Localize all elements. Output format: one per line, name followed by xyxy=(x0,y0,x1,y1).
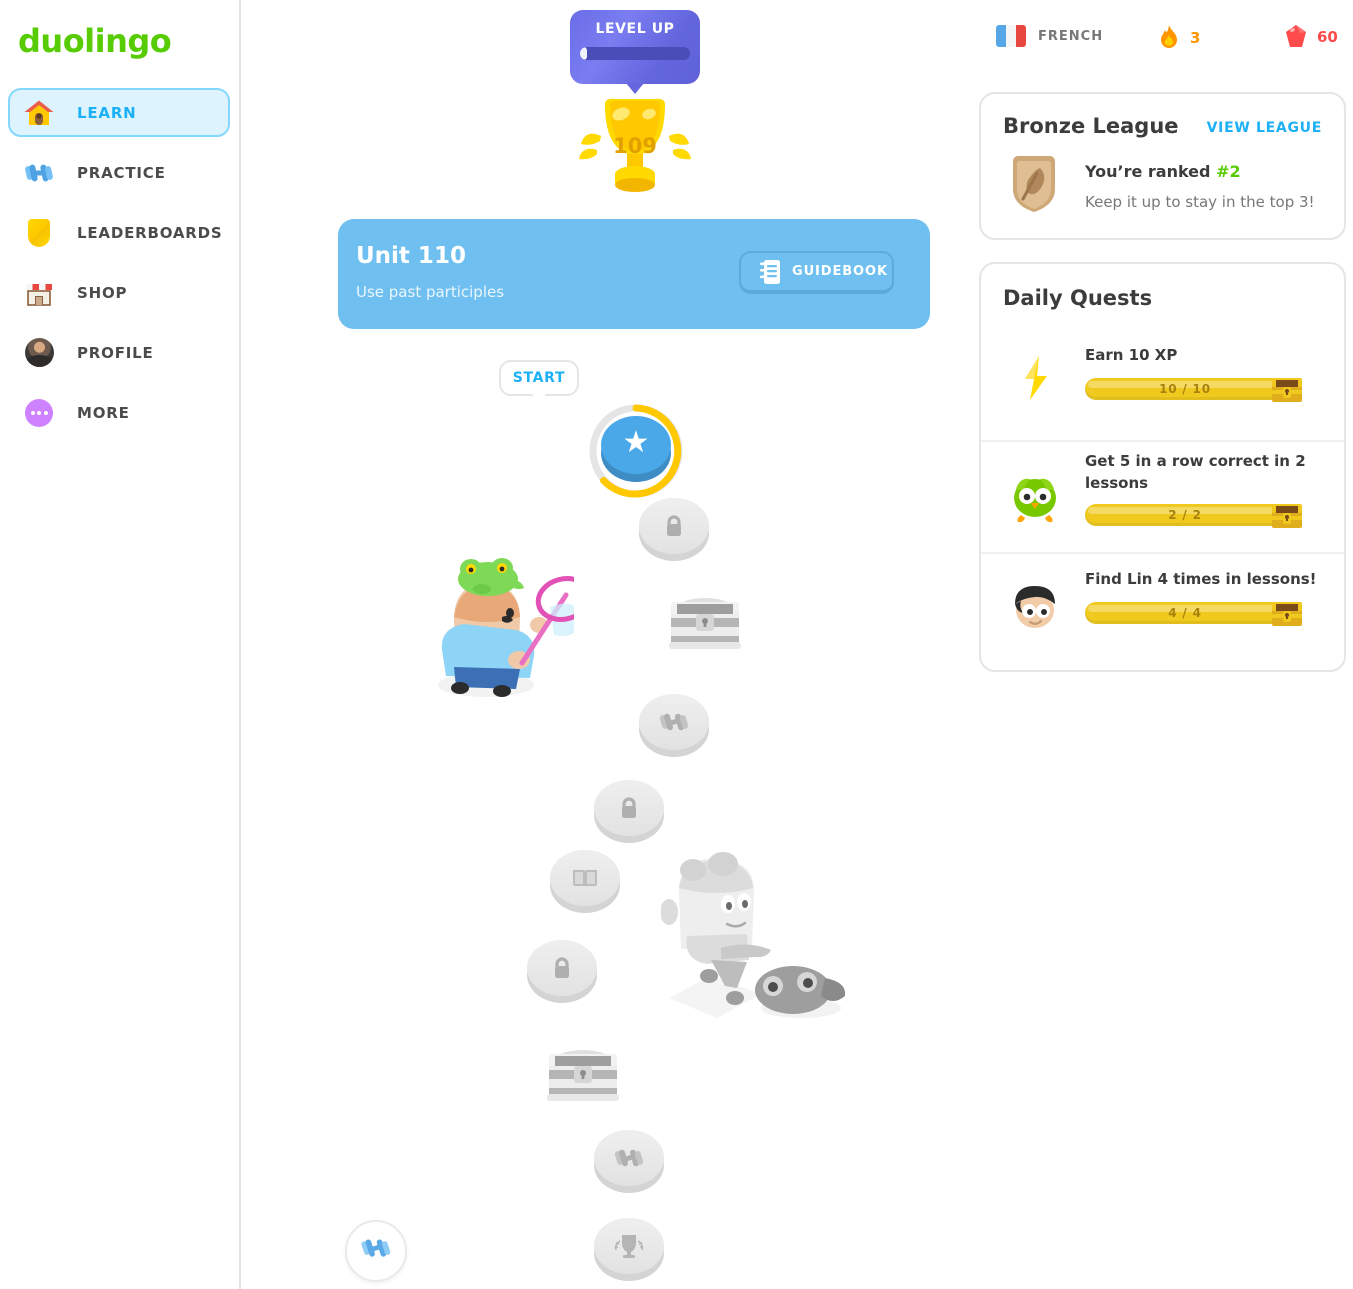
language-selector[interactable]: FRENCH xyxy=(996,25,1103,47)
rank-value: #2 xyxy=(1216,162,1241,181)
quest-progress: 4 / 4 xyxy=(1085,602,1285,624)
streak-counter[interactable]: 3 xyxy=(1158,25,1200,51)
shield-icon xyxy=(22,216,56,250)
quest-progress-label: 4 / 4 xyxy=(1168,606,1202,620)
unit-subtitle: Use past participles xyxy=(356,283,505,301)
dumbbell-icon xyxy=(639,694,709,750)
book-icon xyxy=(550,850,620,906)
quest-progress: 2 / 2 xyxy=(1085,504,1285,526)
start-tooltip: START xyxy=(499,360,579,403)
lin-character-icon xyxy=(1009,580,1061,632)
quest-text: Find Lin 4 times in lessons! xyxy=(1085,570,1317,588)
tooltip-arrow xyxy=(626,83,644,94)
duolingo-logo[interactable]: duolingo xyxy=(18,22,172,60)
bronze-shield-badge xyxy=(1009,155,1059,213)
ellipsis-icon xyxy=(22,396,56,430)
french-flag-icon xyxy=(996,25,1026,47)
sidebar-item-leaderboards[interactable]: LEADERBOARDS xyxy=(8,208,230,257)
lesson-node-active-star[interactable]: ★ xyxy=(587,402,685,500)
sidebar-item-more[interactable]: MORE xyxy=(8,388,230,437)
level-trophy[interactable]: 109 xyxy=(567,96,703,192)
dumbbell-icon xyxy=(22,156,56,190)
level-up-label: LEVEL UP xyxy=(595,21,675,37)
lesson-path: START ★ xyxy=(241,340,981,1289)
quest-text: Get 5 in a row correct in 2 lessons xyxy=(1085,452,1306,492)
quest-item[interactable]: Get 5 in a row correct in 2 lessons 2 / … xyxy=(981,440,1344,552)
gems-counter[interactable]: 60 xyxy=(1285,25,1338,49)
quest-item[interactable]: Earn 10 XP 10 / 10 xyxy=(981,330,1344,440)
trophy-icon xyxy=(594,1218,664,1274)
level-up-progress-bar xyxy=(580,47,690,60)
guidebook-icon xyxy=(759,259,781,285)
home-icon xyxy=(22,96,56,130)
quest-progress: 10 / 10 xyxy=(1085,378,1285,400)
start-label: START xyxy=(512,370,566,386)
duolingo-learn-page: duolingo LEARN PRACTICE LEADERBOARDS SHO… xyxy=(0,0,1353,1289)
dumbbell-icon xyxy=(361,1237,391,1265)
lesson-node-chest[interactable] xyxy=(665,588,745,652)
lesson-node-trophy[interactable] xyxy=(594,1218,664,1274)
league-rank-text: You’re ranked #2 xyxy=(1085,162,1241,181)
level-up-tooltip[interactable]: LEVEL UP xyxy=(570,10,700,94)
language-label: FRENCH xyxy=(1038,28,1104,44)
flame-icon xyxy=(1158,25,1180,51)
lightning-bolt-icon xyxy=(1009,352,1061,404)
quest-progress-label: 2 / 2 xyxy=(1168,508,1202,522)
quest-progress-label: 10 / 10 xyxy=(1159,382,1211,396)
sidebar-item-label: PRACTICE xyxy=(77,163,166,182)
gems-value: 60 xyxy=(1317,28,1338,46)
trophy-level-number: 109 xyxy=(613,134,657,158)
unit-title: Unit 110 xyxy=(356,243,466,269)
lock-icon xyxy=(527,940,597,996)
practice-fab-button[interactable] xyxy=(345,1220,407,1282)
sidebar-item-label: LEARN xyxy=(77,103,137,122)
league-title: Bronze League xyxy=(1003,114,1179,138)
quest-item[interactable]: Find Lin 4 times in lessons! 4 / 4 xyxy=(981,552,1344,662)
lesson-node-practice[interactable] xyxy=(594,1130,664,1186)
lesson-node-button[interactable]: ★ xyxy=(601,416,671,474)
lesson-node-story[interactable] xyxy=(550,850,620,906)
sidebar-nav: LEARN PRACTICE LEADERBOARDS SHOP PROFILE… xyxy=(8,88,230,448)
sidebar: duolingo LEARN PRACTICE LEADERBOARDS SHO… xyxy=(0,0,241,1289)
duo-owl-icon xyxy=(1009,472,1061,524)
sidebar-item-label: SHOP xyxy=(77,283,128,302)
sidebar-item-label: LEADERBOARDS xyxy=(77,223,223,242)
dumbbell-icon xyxy=(594,1130,664,1186)
league-note: Keep it up to stay in the top 3! xyxy=(1085,193,1315,211)
sidebar-item-practice[interactable]: PRACTICE xyxy=(8,148,230,197)
grayed-character-with-fish xyxy=(660,850,851,1040)
rank-prefix: You’re ranked xyxy=(1085,162,1217,181)
lesson-node-chest[interactable] xyxy=(543,1040,623,1104)
sidebar-item-learn[interactable]: LEARN xyxy=(8,88,230,137)
star-icon: ★ xyxy=(622,426,650,459)
lesson-node-locked[interactable] xyxy=(527,940,597,996)
streak-value: 3 xyxy=(1190,29,1201,47)
sidebar-item-shop[interactable]: SHOP xyxy=(8,268,230,317)
sidebar-item-profile[interactable]: PROFILE xyxy=(8,328,230,377)
daily-quests-card: Daily Quests Earn 10 XP 10 / 10 Get 5 in… xyxy=(979,262,1346,672)
daily-quests-title: Daily Quests xyxy=(1003,286,1153,310)
quest-text: Earn 10 XP xyxy=(1085,346,1178,364)
level-up-progress-fill xyxy=(580,47,587,60)
gem-icon xyxy=(1285,25,1307,49)
lesson-node-practice[interactable] xyxy=(639,694,709,750)
view-league-link[interactable]: VIEW LEAGUE xyxy=(1207,120,1322,136)
lesson-node-locked[interactable] xyxy=(639,498,709,554)
bronze-league-card: Bronze League VIEW LEAGUE You’re ranked … xyxy=(979,92,1346,240)
lock-icon xyxy=(594,780,664,836)
sidebar-item-label: MORE xyxy=(77,403,130,422)
avatar xyxy=(22,336,56,370)
unit-banner: Unit 110 Use past participles GUIDEBOOK xyxy=(338,219,930,329)
top-status-bar: FRENCH 3 60 xyxy=(980,20,1340,62)
guidebook-button[interactable]: GUIDEBOOK xyxy=(739,251,894,294)
shop-icon xyxy=(22,276,56,310)
lesson-node-locked[interactable] xyxy=(594,780,664,836)
sidebar-item-label: PROFILE xyxy=(77,343,154,362)
guidebook-label: GUIDEBOOK xyxy=(792,264,888,279)
junior-with-net-character xyxy=(424,555,593,700)
lock-icon xyxy=(639,498,709,554)
